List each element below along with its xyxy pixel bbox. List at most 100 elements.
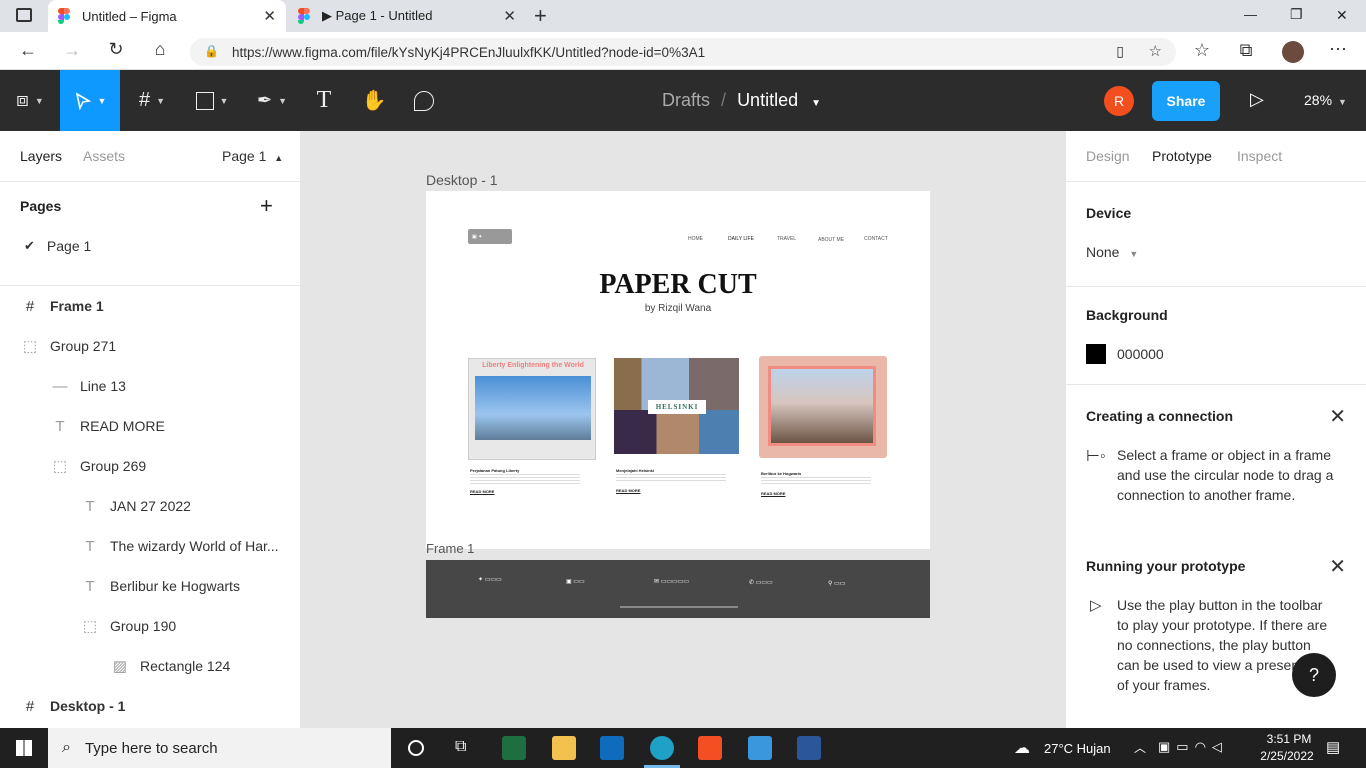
layer-item[interactable]: T READ MORE: [0, 406, 300, 446]
pen-tool-button[interactable]: ✒ ▼: [244, 70, 300, 131]
location-icon: ⚲ ▭▭: [828, 581, 846, 587]
cursor-icon: [75, 91, 91, 110]
layer-item[interactable]: T Berlibur ke Hogwarts: [0, 566, 300, 606]
card-title: Menjelajahi Helsinki: [616, 468, 655, 473]
store-icon[interactable]: [698, 736, 722, 760]
excel-icon[interactable]: [502, 736, 526, 760]
url-field[interactable]: 🔒 https://www.figma.com/file/kYsNyKj4PRC…: [190, 38, 1176, 66]
mail-icon[interactable]: [600, 736, 624, 760]
task-view-icon[interactable]: ⧉: [455, 738, 466, 756]
layer-item[interactable]: ⬚ Group 269: [0, 446, 300, 486]
cortana-icon[interactable]: [408, 740, 424, 756]
minimize-button[interactable]: —: [1244, 7, 1257, 22]
background-swatch[interactable]: [1086, 344, 1106, 364]
control-panel-icon[interactable]: [748, 736, 772, 760]
tab-close-icon[interactable]: ✕: [503, 7, 516, 25]
favorites-icon[interactable]: ☆: [1190, 40, 1214, 61]
play-icon: ▷: [1090, 597, 1102, 614]
close-window-button[interactable]: ✕: [1336, 7, 1348, 24]
share-button[interactable]: Share: [1152, 81, 1220, 121]
tab-figma[interactable]: Untitled – Figma ✕: [48, 0, 286, 32]
layer-item[interactable]: ▨ Rectangle 124: [0, 646, 300, 686]
back-icon[interactable]: ←: [16, 40, 40, 61]
chevron-down-icon: ▼: [1129, 249, 1139, 259]
reader-view-icon[interactable]: ▯: [1116, 43, 1124, 60]
layer-item[interactable]: ⬚ Group 271: [0, 326, 300, 366]
file-name[interactable]: Untitled: [737, 90, 798, 110]
clock-time[interactable]: 3:51 PM: [1261, 732, 1317, 746]
home-icon[interactable]: ⌂: [148, 39, 172, 60]
taskbar-search[interactable]: ⌕ Type here to search: [48, 728, 391, 768]
word-icon[interactable]: [797, 736, 821, 760]
layer-item[interactable]: T The wizardy World of Har...: [0, 526, 300, 566]
new-tab-button[interactable]: +: [534, 3, 547, 29]
tab-prototype[interactable]: Prototype: [1152, 148, 1212, 164]
close-icon[interactable]: ✕: [1329, 554, 1346, 579]
text-icon: T: [55, 417, 65, 435]
background-hex-input[interactable]: 000000: [1117, 346, 1164, 362]
comment-tool-button[interactable]: [404, 70, 444, 131]
notification-icon[interactable]: ▤: [1326, 738, 1340, 756]
image-icon: ▨: [112, 658, 128, 675]
page-item[interactable]: ✔ Page 1: [0, 226, 300, 266]
more-menu-icon[interactable]: ⋯: [1326, 39, 1350, 60]
main-menu-button[interactable]: ⧈ ▼: [0, 70, 60, 131]
tab-assets[interactable]: Assets: [83, 148, 125, 164]
search-icon: ⌕: [62, 739, 71, 756]
add-page-button[interactable]: +: [260, 193, 273, 219]
tab-prototype[interactable]: ▶ Page 1 - Untitled ✕: [288, 0, 526, 32]
chevron-down-icon[interactable]: ▼: [811, 98, 821, 109]
layer-item[interactable]: # Desktop - 1: [0, 686, 300, 726]
tab-close-icon[interactable]: ✕: [263, 7, 276, 25]
forward-icon[interactable]: →: [60, 40, 84, 61]
help-button[interactable]: ?: [1292, 653, 1336, 697]
frame-label-desktop[interactable]: Desktop - 1: [426, 172, 498, 188]
maximize-button[interactable]: ❐: [1290, 6, 1303, 23]
frame-icon: #: [138, 89, 151, 111]
file-explorer-icon[interactable]: [552, 736, 576, 760]
shape-tool-button[interactable]: ▼: [184, 70, 240, 131]
nav-travel: TRAVEL: [777, 236, 797, 242]
layer-item[interactable]: ⬚ Group 190: [0, 606, 300, 646]
tray-icons[interactable]: ▣▭◠◁: [1158, 739, 1228, 755]
tab-inspect[interactable]: Inspect: [1237, 148, 1282, 164]
refresh-icon[interactable]: ↻: [104, 39, 128, 60]
text-icon: T: [85, 537, 95, 555]
footer-frame[interactable]: ✦ ▭▭▭ ▣ ▭▭ ✉ ▭▭▭▭▭ ✆ ▭▭▭ ⚲ ▭▭: [426, 560, 930, 618]
figma-favicon-icon: [58, 8, 70, 24]
windows-start-icon[interactable]: [16, 740, 32, 756]
layer-item[interactable]: # Frame 1: [0, 286, 300, 326]
frame-tool-button[interactable]: # ▼: [124, 70, 180, 131]
page-selector[interactable]: Page 1 ▲: [222, 148, 283, 164]
tab-actions-icon[interactable]: [16, 8, 32, 22]
nav-home: HOME: [688, 236, 703, 242]
desktop-frame[interactable]: ▣ ✦ HOME DAILY LIFE TRAVEL ABOUT ME CONT…: [426, 191, 930, 549]
device-select[interactable]: None ▼: [1086, 244, 1138, 260]
text-icon: T: [316, 87, 332, 113]
weather-icon[interactable]: ☁: [1014, 738, 1030, 758]
hand-tool-button[interactable]: ✋: [354, 70, 394, 131]
weather-text[interactable]: 27°C Hujan: [1044, 741, 1111, 756]
frame-label-frame1[interactable]: Frame 1: [426, 541, 474, 556]
breadcrumb-drafts[interactable]: Drafts: [662, 90, 710, 110]
edge-icon[interactable]: [650, 736, 674, 760]
tab-design[interactable]: Design: [1086, 148, 1130, 164]
add-favorite-icon[interactable]: ☆: [1149, 42, 1162, 60]
user-avatar[interactable]: R: [1104, 86, 1134, 116]
present-play-icon[interactable]: ▷: [1250, 89, 1264, 110]
zoom-menu[interactable]: 28% ▼: [1304, 92, 1347, 108]
move-tool-button[interactable]: ▼: [60, 70, 120, 131]
profile-avatar[interactable]: [1282, 41, 1304, 63]
close-icon[interactable]: ✕: [1329, 404, 1346, 429]
layer-item[interactable]: T JAN 27 2022: [0, 486, 300, 526]
text-tool-button[interactable]: T: [304, 70, 344, 131]
canvas[interactable]: Desktop - 1 ▣ ✦ HOME DAILY LIFE TRAVEL A…: [301, 131, 1065, 728]
collections-icon[interactable]: ⧉: [1234, 40, 1258, 61]
tab-layers[interactable]: Layers: [20, 148, 62, 164]
layer-label: Berlibur ke Hogwarts: [110, 578, 240, 594]
clock-date[interactable]: 2/25/2022: [1254, 749, 1320, 763]
tray-chevron-icon[interactable]: ︿: [1134, 739, 1146, 756]
card-read-more: READ MORE: [616, 488, 641, 493]
layer-item[interactable]: — Line 13: [0, 366, 300, 406]
frame-icon: #: [25, 297, 35, 315]
